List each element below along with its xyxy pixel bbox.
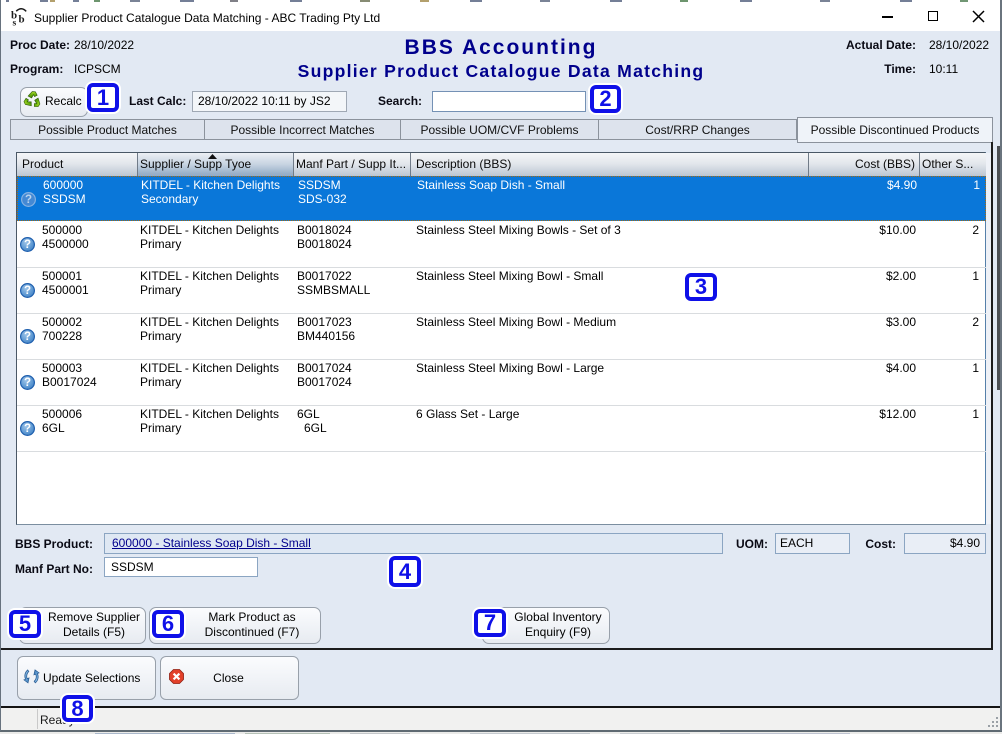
- svg-text:?: ?: [24, 239, 31, 251]
- svg-text:s: s: [13, 19, 17, 29]
- svg-text:?: ?: [24, 423, 31, 435]
- svg-text:b: b: [19, 14, 25, 26]
- svg-text:?: ?: [24, 285, 31, 297]
- svg-text:?: ?: [25, 194, 32, 206]
- svg-text:?: ?: [24, 377, 31, 389]
- svg-text:?: ?: [24, 331, 31, 343]
